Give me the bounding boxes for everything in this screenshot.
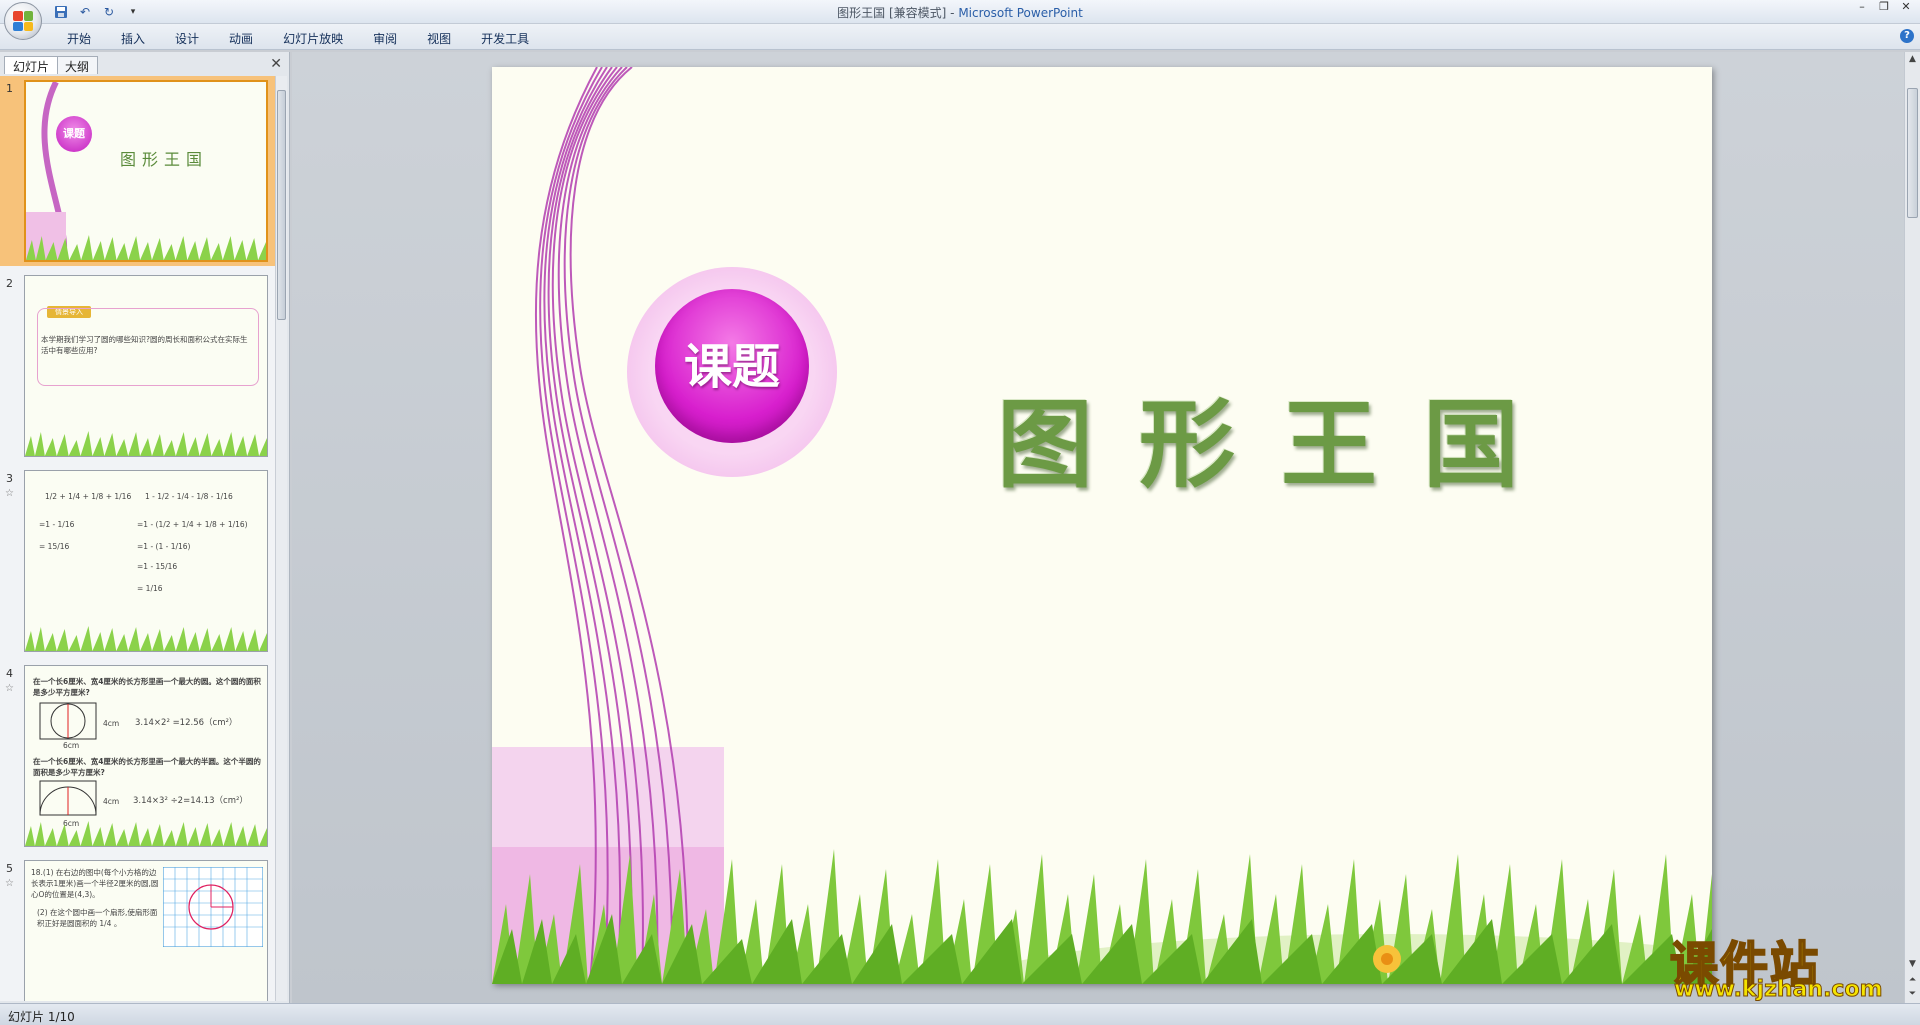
thumbnails-scrollbar[interactable] xyxy=(275,76,287,1001)
window-title: 图形王国 [兼容模式] - Microsoft PowerPoint xyxy=(837,6,1083,20)
slide-number: 5 xyxy=(6,862,13,875)
maximize-icon[interactable]: ❐ xyxy=(1874,1,1894,15)
help-icon[interactable]: ? xyxy=(1900,29,1914,43)
tab-home[interactable]: 开始 xyxy=(52,28,106,49)
status-bar: 幻灯片 1/10 xyxy=(0,1003,1920,1025)
mini-line: 1/2 + 1/4 + 1/8 + 1/16 xyxy=(45,492,132,501)
current-slide[interactable]: 课题 图形王国 xyxy=(492,67,1712,984)
mini-badge: 课题 xyxy=(56,116,92,152)
slide-thumbnail-1[interactable]: 1 课题 图形王国 xyxy=(0,76,276,266)
tab-developer[interactable]: 开发工具 xyxy=(466,28,544,49)
slide-editor: 课题 图形王国 xyxy=(292,52,1920,1003)
slides-pane: 幻灯片 大纲 ✕ 1 课题 图形王国 2 情景导入 本学期我们学习了圆的哪些知识… xyxy=(0,52,290,1003)
watermark-url: www.kjzhan.com xyxy=(1674,977,1884,1003)
tab-view[interactable]: 视图 xyxy=(412,28,466,49)
scrollbar-thumb[interactable] xyxy=(277,90,286,320)
grass-graphic xyxy=(25,431,267,456)
tab-slides[interactable]: 幻灯片 xyxy=(4,56,59,74)
mini-answer-2: 3.14×3² ÷2=14.13（cm²） xyxy=(133,796,248,806)
tab-design[interactable]: 设计 xyxy=(160,28,214,49)
rect-semicircle-figure xyxy=(39,780,97,816)
close-icon[interactable]: ✕ xyxy=(1896,1,1916,15)
tab-outline[interactable]: 大纲 xyxy=(56,56,99,74)
office-button[interactable] xyxy=(4,2,42,40)
tab-animations[interactable]: 动画 xyxy=(214,28,268,49)
mini-body-text: 本学期我们学习了圆的哪些知识?圆的周长和面积公式在实际生活中有哪些应用? xyxy=(41,335,248,355)
topic-badge: 课题 xyxy=(627,267,837,477)
scrollbar-thumb[interactable] xyxy=(1907,88,1918,218)
animation-star-icon: ☆ xyxy=(5,878,14,889)
app-name: Microsoft PowerPoint xyxy=(958,6,1083,20)
slide-preview: 课题 图形王国 xyxy=(24,80,268,262)
office-logo-icon xyxy=(13,11,33,31)
grass-graphic xyxy=(25,821,267,846)
mini-line: =1 - (1/2 + 1/4 + 1/8 + 1/16) xyxy=(137,520,248,529)
mini-question-2: (2) 在这个圆中画一个扇形,使扇形面积正好是圆面积的 1/4 。 xyxy=(37,908,158,928)
tab-slideshow[interactable]: 幻灯片放映 xyxy=(268,28,358,49)
slide-number: 3 xyxy=(6,472,13,485)
mini-line: 1 - 1/2 - 1/4 - 1/8 - 1/16 xyxy=(145,492,233,501)
scroll-up-icon[interactable]: ▲ xyxy=(1907,54,1918,64)
slide-thumbnail-4[interactable]: 4 ☆ 在一个长6厘米、宽4厘米的长方形里画一个最大的圆。这个圆的面积是多少平方… xyxy=(0,661,276,851)
editor-scrollbar[interactable]: ▲ ▼ ⏶ ⏷ xyxy=(1904,52,1920,1003)
animation-star-icon: ☆ xyxy=(5,683,14,694)
ribbon-tabs: 开始 插入 设计 动画 幻灯片放映 审阅 视图 开发工具 xyxy=(52,28,544,49)
mini-title: 图形王国 xyxy=(120,150,209,169)
slide-thumbnails: 1 课题 图形王国 2 情景导入 本学期我们学习了圆的哪些知识?圆的周长和面积公… xyxy=(0,76,276,1001)
slide-number: 2 xyxy=(6,277,13,290)
slide-preview: 情景导入 本学期我们学习了圆的哪些知识?圆的周长和面积公式在实际生活中有哪些应用… xyxy=(24,275,268,457)
minimize-icon[interactable]: – xyxy=(1852,1,1872,15)
mini-width-label: 6cm xyxy=(63,741,80,750)
window-controls: – ❐ ✕ xyxy=(1852,1,1916,15)
pane-close-icon[interactable]: ✕ xyxy=(270,56,282,72)
slide-number: 1 xyxy=(6,82,13,95)
title-bar: ↶ ↻ ▾ 图形王国 [兼容模式] - Microsoft PowerPoint… xyxy=(0,0,1920,40)
document-title: 图形王国 [兼容模式] xyxy=(837,6,947,20)
tab-insert[interactable]: 插入 xyxy=(106,28,160,49)
mini-question-2: 在一个长6厘米、宽4厘米的长方形里画一个最大的半圆。这个半圆的面积是多少平方厘米… xyxy=(33,757,261,777)
mini-height-label: 4cm xyxy=(103,797,120,806)
ribbon: 开始 插入 设计 动画 幻灯片放映 审阅 视图 开发工具 ? xyxy=(0,24,1920,50)
rect-circle-figure xyxy=(39,702,97,740)
slide-preview: 在一个长6厘米、宽4厘米的长方形里画一个最大的圆。这个圆的面积是多少平方厘米? … xyxy=(24,665,268,847)
mini-height-label: 4cm xyxy=(103,719,120,728)
tab-review[interactable]: 审阅 xyxy=(358,28,412,49)
slide-preview: 1/2 + 1/4 + 1/8 + 1/16 =1 - 1/16 = 15/16… xyxy=(24,470,268,652)
slide-preview: 18.(1) 在右边的图中(每个小方格的边长表示1厘米)画一个半径2厘米的圆,圆… xyxy=(24,860,268,1001)
slide-thumbnail-5[interactable]: 5 ☆ 18.(1) 在右边的图中(每个小方格的边长表示1厘米)画一个半径2厘米… xyxy=(0,856,276,1001)
mini-line: = 15/16 xyxy=(39,542,70,551)
pane-tabs: 幻灯片 大纲 ✕ xyxy=(2,54,286,74)
site-watermark: 课件站 www.kjzhan.com xyxy=(1669,925,1910,1003)
grass-graphic xyxy=(26,235,266,260)
mini-question-1: 18.(1) 在右边的图中(每个小方格的边长表示1厘米)画一个半径2厘米的圆,圆… xyxy=(31,868,159,899)
grass-graphic xyxy=(25,626,267,651)
mini-answer-1: 3.14×2² =12.56（cm²） xyxy=(135,718,238,728)
grass-border-graphic xyxy=(492,849,1712,984)
animation-star-icon: ☆ xyxy=(5,488,14,499)
badge-label: 课题 xyxy=(683,339,780,395)
slide-title[interactable]: 图形王国 xyxy=(997,367,1565,506)
slide-thumbnail-2[interactable]: 2 情景导入 本学期我们学习了圆的哪些知识?圆的周长和面积公式在实际生活中有哪些… xyxy=(0,271,276,461)
slide-number: 4 xyxy=(6,667,13,680)
mini-line: = 1/16 xyxy=(137,584,163,593)
mini-line: =1 - 1/16 xyxy=(39,520,75,529)
mini-question-1: 在一个长6厘米、宽4厘米的长方形里画一个最大的圆。这个圆的面积是多少平方厘米? xyxy=(33,677,261,697)
grid-figure xyxy=(163,867,263,947)
slide-counter: 幻灯片 1/10 xyxy=(8,1010,75,1024)
slide-thumbnail-3[interactable]: 3 ☆ 1/2 + 1/4 + 1/8 + 1/16 =1 - 1/16 = 1… xyxy=(0,466,276,656)
mini-line: =1 - (1 - 1/16) xyxy=(137,542,191,551)
mini-line: =1 - 15/16 xyxy=(137,562,178,571)
